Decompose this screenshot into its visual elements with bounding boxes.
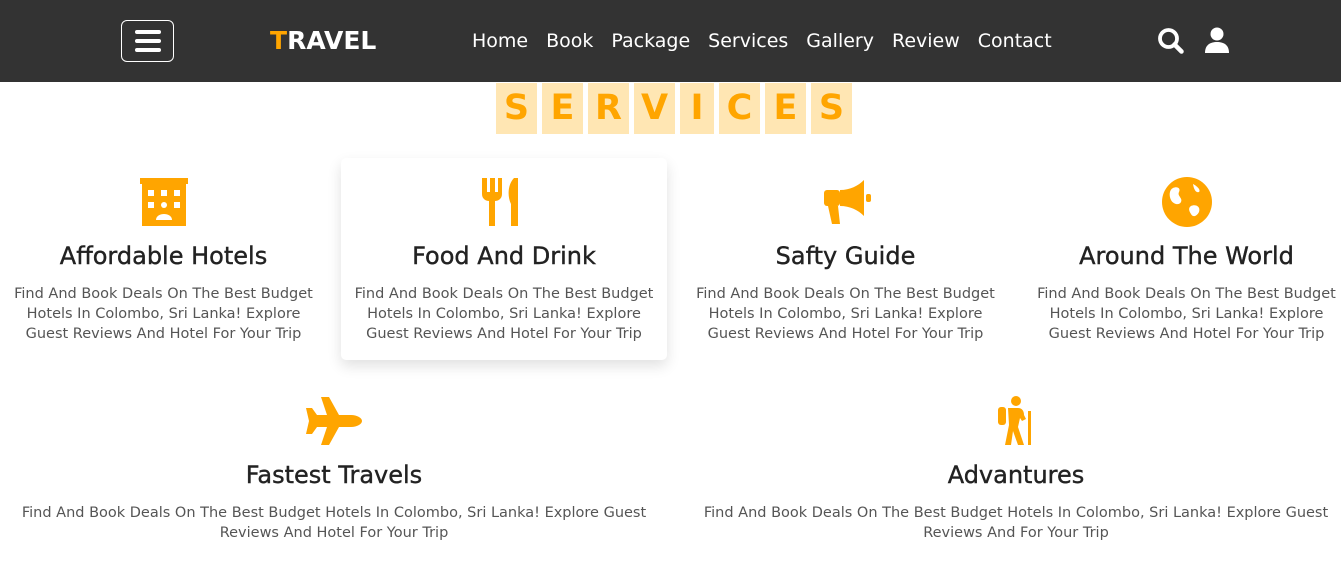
service-title: Food And Drink: [412, 242, 596, 270]
title-letter: I: [680, 83, 714, 134]
utensils-icon: [482, 178, 518, 226]
title-letter: S: [496, 83, 537, 134]
title-letter: E: [765, 83, 806, 134]
service-card-world: Around The World Find And Book Deals On …: [1024, 176, 1341, 344]
service-description: Find And Book Deals On The Best Budget H…: [14, 286, 313, 342]
section-title: S E R V I C E S: [496, 83, 852, 134]
service-card-safety: Safty Guide Find And Book Deals On The B…: [682, 176, 1009, 344]
nav-gallery[interactable]: Gallery: [806, 26, 874, 56]
user-icon[interactable]: [1203, 26, 1233, 56]
service-description: Find And Book Deals On The Best Budget H…: [21, 505, 647, 541]
title-letter: E: [542, 83, 583, 134]
hotel-icon: [139, 178, 188, 226]
logo[interactable]: TRAVEL: [270, 24, 376, 58]
service-title: Fastest Travels: [245, 461, 423, 489]
service-title: Around The World: [1079, 242, 1294, 270]
nav-home[interactable]: Home: [472, 26, 528, 56]
service-title: Advantures: [947, 461, 1085, 489]
service-description: Find And Book Deals On The Best Budget H…: [703, 505, 1329, 541]
service-title: Safty Guide: [775, 242, 916, 270]
navbar: TRAVEL Home Book Package Services Galler…: [0, 0, 1341, 82]
menu-bar-icon: [135, 39, 161, 43]
service-description: Find And Book Deals On The Best Budget H…: [696, 286, 995, 342]
plane-icon: [306, 397, 362, 445]
service-card-adventures: Advantures Find And Book Deals On The Be…: [682, 395, 1341, 543]
title-letter: V: [634, 83, 675, 134]
service-card-hotels: Affordable Hotels Find And Book Deals On…: [0, 176, 327, 344]
logo-initial: T: [270, 26, 288, 55]
service-card-travels: Fastest Travels Find And Book Deals On T…: [0, 395, 668, 543]
nav-links: Home Book Package Services Gallery Revie…: [463, 26, 1061, 56]
menu-bar-icon: [135, 30, 161, 34]
nav-services[interactable]: Services: [708, 26, 788, 56]
globe-icon: [1161, 177, 1212, 227]
service-title: Affordable Hotels: [59, 242, 268, 270]
hiking-icon: [998, 396, 1031, 445]
nav-package[interactable]: Package: [611, 26, 690, 56]
logo-text: RAVEL: [287, 26, 377, 55]
service-description: Find And Book Deals On The Best Budget H…: [354, 286, 654, 342]
bullhorn-icon: [823, 180, 871, 224]
title-letter: R: [588, 83, 629, 134]
search-icon[interactable]: [1156, 26, 1186, 56]
nav-contact[interactable]: Contact: [978, 26, 1052, 56]
nav-review[interactable]: Review: [892, 26, 960, 56]
title-letter: S: [811, 83, 852, 134]
nav-book[interactable]: Book: [546, 26, 593, 56]
service-description: Find And Book Deals On The Best Budget H…: [1037, 286, 1336, 342]
service-card-food: Food And Drink Find And Book Deals On Th…: [341, 158, 667, 360]
title-letter: C: [719, 83, 760, 134]
menu-bar-icon: [135, 48, 161, 52]
menu-button[interactable]: [121, 20, 174, 62]
